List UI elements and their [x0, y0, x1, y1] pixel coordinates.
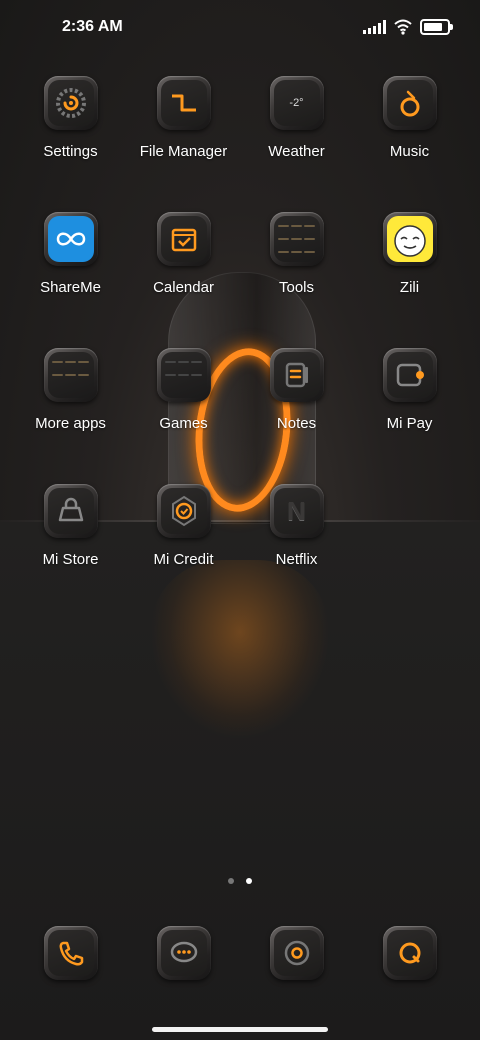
app-settings-label: Settings: [43, 143, 98, 160]
folder-games[interactable]: Games: [127, 348, 240, 432]
notes-icon: [269, 348, 324, 402]
app-netflix[interactable]: N Netflix: [240, 484, 353, 568]
wifi-icon: [394, 19, 412, 35]
browser-icon: [269, 926, 324, 980]
netflix-icon: N: [269, 484, 324, 538]
app-notes[interactable]: Notes: [240, 348, 353, 432]
app-netflix-icon-text: N: [287, 495, 306, 526]
app-settings[interactable]: Settings: [14, 76, 127, 160]
status-icons: [363, 19, 453, 35]
messages-icon: [156, 926, 211, 980]
tools-folder-icon: [269, 212, 324, 266]
status-time: 2:36 AM: [62, 18, 123, 35]
home-indicator[interactable]: [152, 1027, 328, 1032]
app-mi-store[interactable]: Mi Store: [14, 484, 127, 568]
page-dot-2[interactable]: [246, 878, 252, 884]
mi-credit-icon: [156, 484, 211, 538]
file-manager-icon: [156, 76, 211, 130]
app-netflix-label: Netflix: [275, 551, 318, 568]
app-zili[interactable]: Zili: [353, 212, 466, 296]
app-mi-store-label: Mi Store: [42, 551, 99, 568]
wallpaper-reflection: [150, 560, 330, 740]
app-mi-pay-label: Mi Pay: [386, 415, 433, 432]
app-mi-credit-label: Mi Credit: [153, 551, 214, 568]
status-bar: 2:36 AM: [0, 0, 480, 56]
folder-more-apps-label: More apps: [35, 415, 106, 432]
app-notes-label: Notes: [276, 415, 317, 432]
dock-phone[interactable]: [14, 926, 127, 980]
app-mi-credit[interactable]: Mi Credit: [127, 484, 240, 568]
settings-icon: [43, 76, 98, 130]
app-calendar-label: Calendar: [153, 279, 214, 296]
folder-tools-label: Tools: [278, 279, 315, 296]
dock-browser[interactable]: [240, 926, 353, 980]
games-folder-icon: [156, 348, 211, 402]
phone-icon: [43, 926, 98, 980]
battery-icon: [420, 19, 453, 35]
app-weather[interactable]: -2° Weather: [240, 76, 353, 160]
shareme-icon: [43, 212, 98, 266]
weather-icon: -2°: [269, 76, 324, 130]
app-shareme-label: ShareMe: [40, 279, 101, 296]
app-music-label: Music: [389, 143, 430, 160]
shopping-bag-icon: [43, 484, 98, 538]
app-mi-pay[interactable]: Mi Pay: [353, 348, 466, 432]
app-zili-label: Zili: [399, 279, 420, 296]
folder-games-label: Games: [159, 415, 208, 432]
app-weather-icon-text: -2°: [289, 97, 304, 109]
page-indicator: [0, 878, 480, 884]
signal-icon: [363, 20, 386, 34]
folder-more-apps[interactable]: More apps: [14, 348, 127, 432]
dock-search[interactable]: [353, 926, 466, 980]
folder-tools[interactable]: Tools: [240, 212, 353, 296]
calendar-icon: [156, 212, 211, 266]
app-shareme[interactable]: ShareMe: [14, 212, 127, 296]
search-icon: [382, 926, 437, 980]
more-apps-folder-icon: [43, 348, 98, 402]
app-calendar[interactable]: Calendar: [127, 212, 240, 296]
zili-icon: [382, 212, 437, 266]
music-icon: [382, 76, 437, 130]
dock-messages[interactable]: [127, 926, 240, 980]
wallet-icon: [382, 348, 437, 402]
page-dot-1[interactable]: [228, 878, 234, 884]
app-weather-label: Weather: [268, 143, 325, 160]
app-music[interactable]: Music: [353, 76, 466, 160]
app-file-manager-label: File Manager: [139, 143, 228, 160]
app-file-manager[interactable]: File Manager: [127, 76, 240, 160]
